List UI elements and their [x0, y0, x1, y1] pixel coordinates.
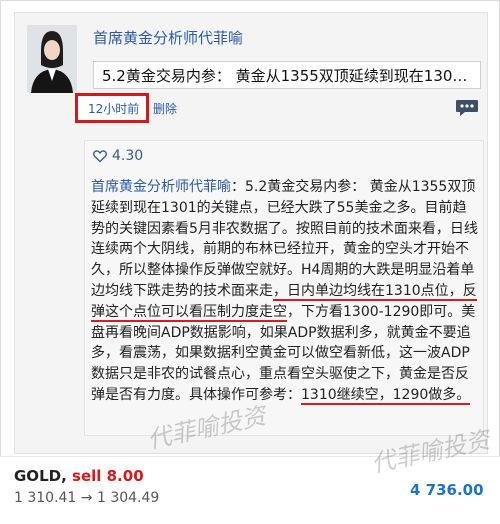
repost-highlight-2: 1310继续空，1290做多。 — [301, 386, 471, 405]
comment-icon[interactable] — [455, 99, 479, 117]
trade-symbol: GOLD, sell 8.00 — [14, 467, 144, 485]
delete-link[interactable]: 删除 — [153, 100, 177, 117]
like-count: 4.30 — [112, 148, 144, 164]
symbol-label: GOLD, — [14, 467, 67, 485]
heart-icon — [93, 150, 107, 163]
trade-prices: 1 310.41 → 1 304.49 — [14, 490, 160, 506]
post-time: 12小时前 — [88, 102, 140, 116]
avatar-person-icon — [27, 25, 77, 93]
repost-text-part1: ：5.2黄金交易内参： 黄金从1355双顶延续到现在1301的关键点，已经大跌了… — [91, 179, 478, 299]
post-subject[interactable]: 5.2黄金交易内参： 黄金从1355双顶延续到现在130… — [93, 61, 481, 89]
trade-action: sell 8.00 — [72, 467, 144, 485]
like-button[interactable]: 4.30 — [93, 146, 143, 166]
post-time-highlight: 12小时前 — [75, 93, 149, 123]
repost-card: 4.30 首席黄金分析师代菲喻：5.2黄金交易内参： 黄金从1355双顶延续到现… — [84, 140, 484, 436]
trade-profit: 4 736.00 — [410, 481, 484, 499]
post-author-link[interactable]: 首席黄金分析师代菲喻 — [93, 27, 243, 48]
avatar[interactable] — [27, 25, 77, 93]
repost-author-link[interactable]: 首席黄金分析师代菲喻 — [91, 179, 231, 195]
repost-text: 首席黄金分析师代菲喻：5.2黄金交易内参： 黄金从1355双顶延续到现在1301… — [91, 177, 479, 406]
